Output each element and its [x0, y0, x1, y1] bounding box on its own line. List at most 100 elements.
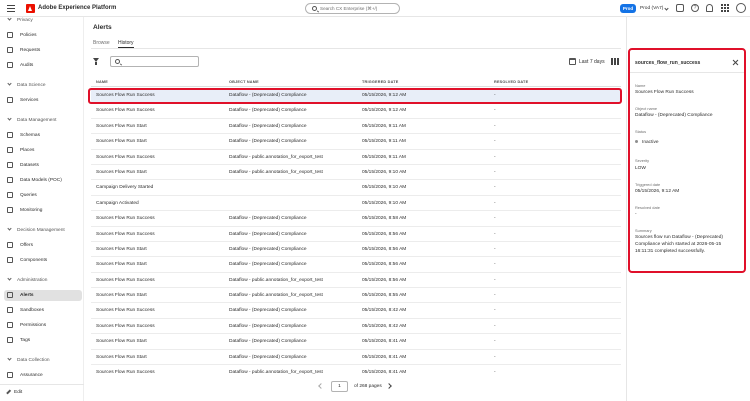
sidebar-item-audits[interactable]: Audits [4, 60, 82, 71]
chevron-down-icon[interactable] [664, 6, 669, 11]
previous-page-chevron-icon[interactable] [318, 383, 324, 389]
global-search-input[interactable]: Search CX Enterprise (⌘+/) [305, 3, 400, 14]
sidebar-section-administration[interactable]: Administration [7, 276, 47, 283]
user-avatar[interactable] [736, 3, 746, 13]
table-row[interactable]: Campaign Delivery Started 05/15/2026, 9:1… [91, 180, 621, 196]
help-icon[interactable]: ? [691, 4, 699, 12]
sidebar-edit-button[interactable]: Edit [0, 384, 84, 401]
cell-triggered-date: 05/15/2026, 8:58 AM [362, 216, 407, 222]
panel-title: sources_flow_run_success [635, 60, 701, 66]
cell-resolved-date: - [494, 277, 496, 283]
notifications-bell-icon[interactable] [706, 4, 713, 12]
column-header-resolved-date[interactable]: RESOLVED DATE [494, 80, 528, 84]
cell-resolved-date: - [494, 93, 496, 98]
cell-object-name: Dataflow - public.annotation_for_export_… [229, 370, 323, 376]
field-label-severity: Severity [635, 158, 650, 163]
sidebar-item-offers[interactable]: Offers [4, 240, 82, 251]
cell-triggered-date: 05/15/2026, 9:11 AM [362, 123, 406, 129]
cell-name: Sources Flow Run Start [96, 339, 147, 345]
table-row[interactable]: Sources Flow Run Success Dataflow - (Depr… [91, 227, 621, 242]
cell-object-name: Dataflow - (Deprecated) Compliance [229, 308, 307, 314]
table-row[interactable]: Sources Flow Run Start Dataflow - (Deprec… [91, 350, 621, 366]
cell-resolved-date: - [494, 200, 496, 206]
table-row[interactable]: Sources Flow Run Start Dataflow - public.… [91, 165, 621, 181]
table-row[interactable]: Sources Flow Run Success Dataflow - publi… [91, 273, 621, 289]
policies-icon [7, 32, 13, 38]
calendar-icon[interactable] [569, 58, 576, 65]
sidebar-item-services[interactable]: Services [4, 95, 82, 106]
table-row[interactable]: Sources Flow Run Success Dataflow - publi… [91, 150, 621, 165]
sidebar-section-decision-management[interactable]: Decision Management [7, 226, 65, 233]
chevron-icon [7, 116, 12, 121]
feedback-icon[interactable] [676, 4, 684, 12]
filter-icon[interactable] [93, 58, 99, 65]
cell-triggered-date: 05/15/2026, 9:11 AM [362, 154, 406, 160]
cell-resolved-date: - [494, 185, 496, 191]
sidebar-item-tags[interactable]: Tags [4, 335, 82, 346]
tab-history[interactable]: History [118, 40, 134, 46]
sidebar-item-places[interactable]: Places [4, 145, 82, 156]
sidebar-item-queries[interactable]: Queries [4, 190, 82, 201]
field-label-object-name: Object name [635, 106, 658, 111]
table-row[interactable]: Campaign Activated 05/15/2026, 9:10 AM - [91, 196, 621, 212]
table-row[interactable]: Sources Flow Run Start Dataflow - (Deprec… [91, 242, 621, 258]
cell-name: Campaign Delivery Started [96, 185, 154, 191]
sidebar-section-privacy[interactable]: Privacy [7, 16, 33, 23]
table-row[interactable]: Sources Flow Run Success Dataflow - (Depr… [91, 319, 621, 335]
table-row[interactable]: Sources Flow Run Start Dataflow - public.… [91, 288, 621, 304]
cell-triggered-date: 05/15/2026, 8:42 AM [362, 308, 407, 314]
sidebar-item-schemas[interactable]: Schemas [4, 130, 82, 141]
sidebar-item-policies[interactable]: Policies [4, 30, 82, 41]
table-row[interactable]: Sources Flow Run Success Dataflow - (Depr… [91, 211, 621, 227]
sidebar-item-monitoring[interactable]: Monitoring [4, 205, 82, 216]
table-row[interactable]: Sources Flow Run Start Dataflow - (Deprec… [91, 119, 621, 135]
cell-triggered-date: 05/15/2026, 9:12 AM [362, 108, 407, 114]
cell-name: Sources Flow Run Start [96, 246, 147, 252]
cell-resolved-date: - [494, 323, 496, 329]
app-switcher-icon[interactable] [721, 4, 729, 12]
sidebar-item-data-models[interactable]: Data Models (POC) [4, 175, 82, 186]
column-settings-icon[interactable] [611, 58, 619, 65]
field-value-object-name: Dataflow - (Deprecated) Compliance [635, 113, 713, 118]
table-row[interactable]: Sources Flow Run Success Dataflow - (Depr… [91, 88, 621, 104]
cell-object-name: Dataflow - (Deprecated) Compliance [229, 262, 307, 268]
next-page-chevron-icon[interactable] [386, 383, 392, 389]
sidebar-item-assurance[interactable]: Assurance [4, 370, 82, 381]
table-row[interactable]: Sources Flow Run Success Dataflow - (Depr… [91, 303, 621, 319]
page-number-input[interactable]: 1 [331, 381, 348, 392]
column-header-name[interactable]: NAME [96, 80, 108, 84]
sidebar-item-datasets[interactable]: Datasets [4, 160, 82, 171]
column-header-object-name[interactable]: OBJECT NAME [229, 80, 259, 84]
sidebar-item-components[interactable]: Components [4, 255, 82, 266]
field-label-status: Status [635, 129, 647, 134]
column-header-triggered-date[interactable]: TRIGGERED DATE [362, 80, 398, 84]
sidebar-section-data-collection[interactable]: Data Collection [7, 356, 50, 363]
cell-object-name: Dataflow - (Deprecated) Compliance [229, 139, 307, 145]
sandbox-switcher[interactable]: Prod (VA7) [640, 6, 663, 11]
sidebar-item-alerts[interactable]: Alerts [4, 290, 82, 301]
permissions-icon [7, 322, 13, 328]
close-icon[interactable] [732, 59, 739, 66]
table-search-input[interactable] [110, 56, 199, 67]
cell-object-name: Dataflow - (Deprecated) Compliance [229, 123, 307, 129]
assurance-icon [7, 372, 13, 378]
cell-resolved-date: - [494, 370, 496, 376]
sidebar-edit-label: Edit [14, 390, 23, 395]
table-row[interactable]: Sources Flow Run Start Dataflow - (Deprec… [91, 134, 621, 150]
table-row[interactable]: Sources Flow Run Success Dataflow - publi… [91, 365, 621, 376]
cell-triggered-date: 05/15/2026, 9:12 AM [362, 93, 407, 98]
sidebar-item-requests[interactable]: Requests [4, 45, 82, 56]
chevron-icon [7, 356, 12, 361]
field-value-summary: Sources flow run Dataflow - (Deprecated)… [635, 235, 723, 254]
top-bar: Adobe Experience Platform Search CX Ente… [0, 0, 750, 17]
table-row[interactable]: Sources Flow Run Start Dataflow - (Deprec… [91, 257, 621, 273]
tab-browse[interactable]: Browse [93, 40, 110, 46]
table-row[interactable]: Sources Flow Run Success Dataflow - (Depr… [91, 103, 621, 119]
table-row[interactable]: Sources Flow Run Start Dataflow - (Deprec… [91, 334, 621, 350]
sidebar-item-sandboxes[interactable]: Sandboxes [4, 305, 82, 316]
date-range-picker[interactable]: Last 7 days [579, 59, 605, 65]
menu-icon[interactable] [7, 5, 15, 12]
sidebar-item-permissions[interactable]: Permissions [4, 320, 82, 331]
sidebar-section-data-science[interactable]: Data Science [7, 81, 46, 88]
sidebar-section-data-management[interactable]: Data Management [7, 116, 56, 123]
